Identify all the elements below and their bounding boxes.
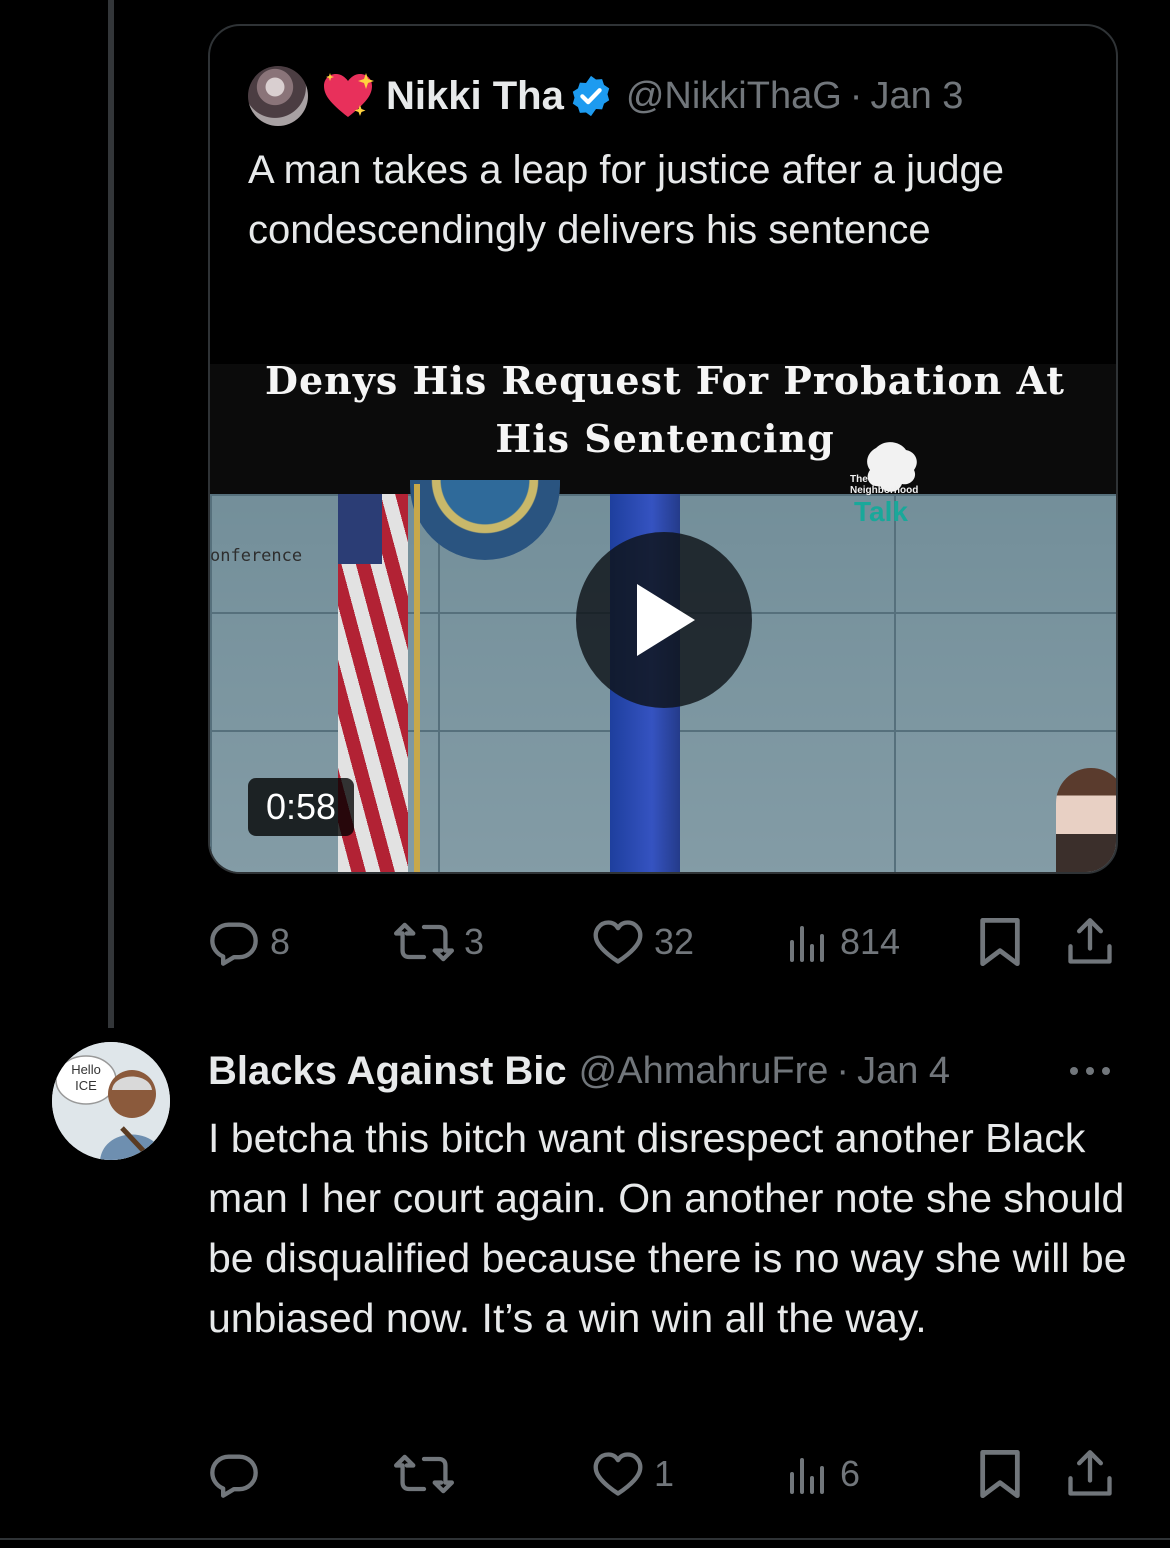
repost-button[interactable]: 3 <box>394 912 484 972</box>
flag-pole <box>414 484 420 872</box>
video-burned-caption: Denys His Request For Probation At His S… <box>210 364 1116 468</box>
share-icon <box>1068 1450 1112 1496</box>
quoted-tweet-header: Nikki Tha @NikkiThaG · Jan 3 <box>248 66 963 126</box>
watermark-brand: Talk <box>854 496 908 527</box>
like-button[interactable]: 32 <box>592 912 694 972</box>
like-button[interactable]: 1 <box>592 1444 674 1504</box>
watermark-neighborhood: Neighborhood <box>850 485 919 496</box>
repost-button[interactable] <box>394 1444 464 1504</box>
repost-count: 3 <box>464 921 485 962</box>
quoted-tweet-text: A man takes a leap for justice after a j… <box>248 148 1004 252</box>
bookmark-icon <box>980 1449 1020 1499</box>
video-player[interactable]: Denys His Request For Probation At His S… <box>210 364 1116 872</box>
video-caption-line-1: Denys His Request For Probation At <box>265 364 1065 403</box>
share-button[interactable] <box>1066 1444 1114 1504</box>
avatar-sign-hello: Hello <box>71 1062 101 1077</box>
reply-button[interactable] <box>208 1444 270 1504</box>
avatar-image: Hello ICE <box>52 1042 170 1160</box>
play-icon <box>637 584 695 656</box>
quoted-author-avatar[interactable] <box>248 66 308 126</box>
heart-icon <box>593 1452 643 1496</box>
video-caption-line-2: His Sentencing <box>495 416 835 461</box>
reply-author-handle[interactable]: @AhmahruFre <box>579 1050 829 1093</box>
quoted-tweet-date[interactable]: Jan 3 <box>870 75 963 118</box>
view-count: 6 <box>840 1453 861 1494</box>
avatar-sign-ice: ICE <box>75 1078 97 1093</box>
quoted-author-handle[interactable]: @NikkiThaG <box>626 75 842 118</box>
like-count: 1 <box>654 1453 675 1494</box>
header-separator: · <box>836 1049 850 1092</box>
reply-icon <box>210 922 258 966</box>
video-duration-badge: 0:58 <box>248 778 354 836</box>
watermark-text: The Neighborhood <box>850 474 918 496</box>
video-background-text: onference <box>210 546 303 566</box>
us-flag-canton <box>338 494 382 564</box>
reply-author-name[interactable]: Blacks Against Bic <box>208 1049 567 1094</box>
reply-action-bar: 1 6 <box>208 1444 1118 1504</box>
more-options-icon[interactable] <box>1066 1056 1114 1086</box>
quoted-author-name[interactable]: Nikki Tha <box>386 74 564 119</box>
view-count: 814 <box>840 921 901 962</box>
watermark-the: The <box>850 474 868 485</box>
header-separator: · <box>849 74 863 117</box>
bookmark-icon <box>980 917 1020 967</box>
quoted-tweet-card[interactable]: Nikki Tha @NikkiThaG · Jan 3 A man takes… <box>208 24 1118 874</box>
bookmark-button[interactable] <box>978 1444 1022 1504</box>
repost-icon <box>394 922 454 962</box>
bookmark-button[interactable] <box>978 912 1022 972</box>
share-icon <box>1068 918 1112 964</box>
heart-icon <box>593 920 643 964</box>
tweet-action-bar: 8 3 32 814 <box>208 912 1118 972</box>
reply-tweet-date[interactable]: Jan 4 <box>857 1050 950 1093</box>
reply-author-avatar[interactable]: Hello ICE <box>52 1042 170 1160</box>
thread-connector-line <box>108 0 114 1028</box>
reply-button[interactable]: 8 <box>208 912 290 972</box>
video-person-figure <box>1056 768 1116 872</box>
repost-icon <box>394 1454 454 1494</box>
analytics-icon <box>790 926 824 962</box>
bottom-divider <box>0 1538 1170 1540</box>
like-count: 32 <box>654 921 695 962</box>
reply-icon <box>210 1454 258 1498</box>
sparkling-heart-icon <box>324 73 374 117</box>
verified-badge-icon <box>572 75 610 117</box>
reply-count: 8 <box>270 921 291 962</box>
views-button[interactable]: 814 <box>786 912 900 972</box>
views-button[interactable]: 6 <box>786 1444 860 1504</box>
play-button[interactable] <box>576 532 752 708</box>
analytics-icon <box>790 1458 824 1494</box>
reply-tweet-text: I betcha this bitch want disrespect anot… <box>208 1115 1127 1341</box>
reply-tweet-header: Blacks Against Bic @AhmahruFre · Jan 4 <box>208 1040 950 1102</box>
share-button[interactable] <box>1066 912 1114 972</box>
